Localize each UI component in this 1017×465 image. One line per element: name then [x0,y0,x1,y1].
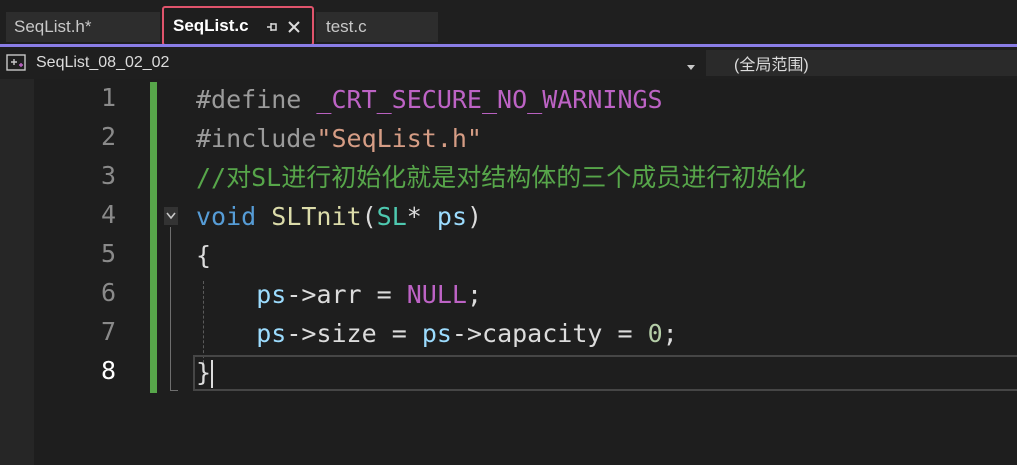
operator: = [376,319,422,348]
line-number: 6 [100,278,116,307]
text-cursor [211,360,213,388]
preprocessor-directive: #define [196,85,302,114]
preprocessor-directive: #include [196,124,317,153]
pin-icon[interactable] [265,19,279,33]
code-line-1: #define _CRT_SECURE_NO_WARNINGS [196,82,663,118]
tab-label: test.c [326,17,367,36]
operator: = [602,319,648,348]
code-editor[interactable]: 1 2 3 4 5 6 7 8 #define _CRT_SECURE_NO_W… [0,79,1017,465]
variable: ps [256,319,287,348]
comment: //对SL进行初始化就是对结构体的三个成员进行初始化 [196,163,807,192]
operator: = [361,280,407,309]
field: arr [316,280,362,309]
line-number: 3 [100,161,116,190]
code-line-8: } [196,355,211,391]
scope-dropdown[interactable]: (全局范围) [706,50,1017,76]
fold-region-line [170,227,171,391]
project-dropdown[interactable]: SeqList_08_02_02 [6,50,702,76]
tab-label: SeqList.c [173,16,249,35]
semicolon: ; [662,319,678,348]
semicolon: ; [466,280,483,309]
fold-toggle[interactable] [164,207,178,225]
change-indicator-bar [150,82,157,393]
line-number-current: 8 [100,356,116,385]
paren: ) [467,202,483,231]
tab-seqlist-h[interactable]: SeqList.h* [6,12,160,42]
arrow-operator: -> [286,280,317,309]
code-line-3: //对SL进行初始化就是对结构体的三个成员进行初始化 [196,160,806,196]
number-literal: 0 [647,319,663,348]
line-number: 4 [100,200,116,229]
line-number: 7 [100,317,116,346]
tab-strip: SeqList.h* SeqList.c test.c [0,0,1017,46]
scope-label: (全局范围) [734,57,809,74]
fold-region-end [170,390,178,391]
line-number: 5 [100,239,116,268]
class-scope-icon [6,53,28,73]
include-path: "SeqList.h" [316,124,482,153]
field: capacity [482,319,603,348]
variable: ps [421,319,452,348]
tab-test-c[interactable]: test.c [316,12,438,42]
arrow-operator: -> [286,319,317,348]
variable: ps [256,280,287,309]
chevron-down-icon[interactable] [686,59,696,70]
code-line-6: ps->arr = NULL; [196,277,482,313]
keyword: void [196,202,257,231]
type-name: SL [376,202,407,231]
code-line-4: void SLTnit(SL* ps) [196,199,482,235]
navigation-bar: SeqList_08_02_02 (全局范围) [0,47,1017,79]
tab-label: SeqList.h* [14,17,92,36]
paren: ( [361,202,377,231]
project-name: SeqList_08_02_02 [36,54,170,71]
brace: { [196,241,212,270]
current-line-highlight [193,355,1017,391]
code-line-2: #include"SeqList.h" [196,121,482,157]
macro-name: _CRT_SECURE_NO_WARNINGS [316,85,663,114]
function-name: SLTnit [271,202,362,231]
field: size [316,319,377,348]
arrow-operator: -> [451,319,483,348]
close-icon[interactable] [287,19,301,33]
parameter: ps [436,202,467,231]
brace: } [196,358,212,387]
pointer-star: * [406,202,422,231]
line-number: 2 [100,122,116,151]
macro-name: NULL [406,280,467,309]
tab-seqlist-c[interactable]: SeqList.c [162,6,314,46]
line-number: 1 [100,83,116,112]
code-line-5: { [196,238,211,274]
glyph-margin [0,79,34,465]
code-line-7: ps->size = ps->capacity = 0; [196,316,678,352]
